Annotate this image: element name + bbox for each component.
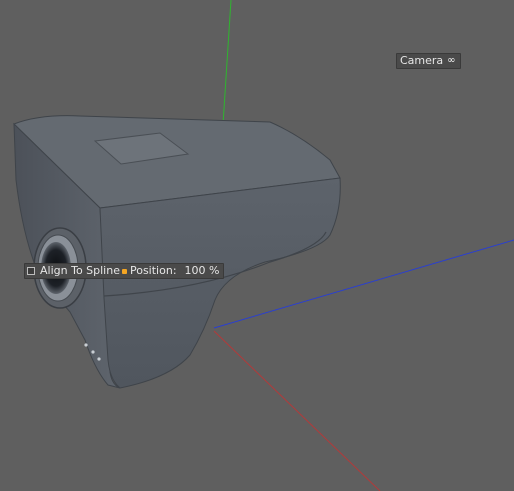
position-value[interactable]: 100 % [185,264,220,278]
3d-viewport[interactable]: Camera ∞ Align To Spline Position: 100 % [0,0,514,491]
indicator-dot [97,357,101,361]
align-to-spline-checkbox[interactable] [27,267,35,275]
y-axis-line [221,0,232,141]
link-icon: ∞ [447,55,456,66]
spline-handle-label[interactable]: Align To Spline Position: 100 % [24,263,225,279]
indicator-dot [91,350,95,354]
camera-label-text: Camera [400,54,444,67]
device-front-face [99,177,341,389]
scene-canvas[interactable] [0,0,514,491]
position-label: Position: [129,264,177,277]
align-to-spline-label: Align To Spline [40,264,120,277]
camera-label[interactable]: Camera ∞ [396,53,461,69]
indicator-dot [84,343,88,347]
handle-dot-icon[interactable] [121,268,127,274]
x-axis-line [213,330,381,491]
device-model[interactable] [13,115,341,389]
